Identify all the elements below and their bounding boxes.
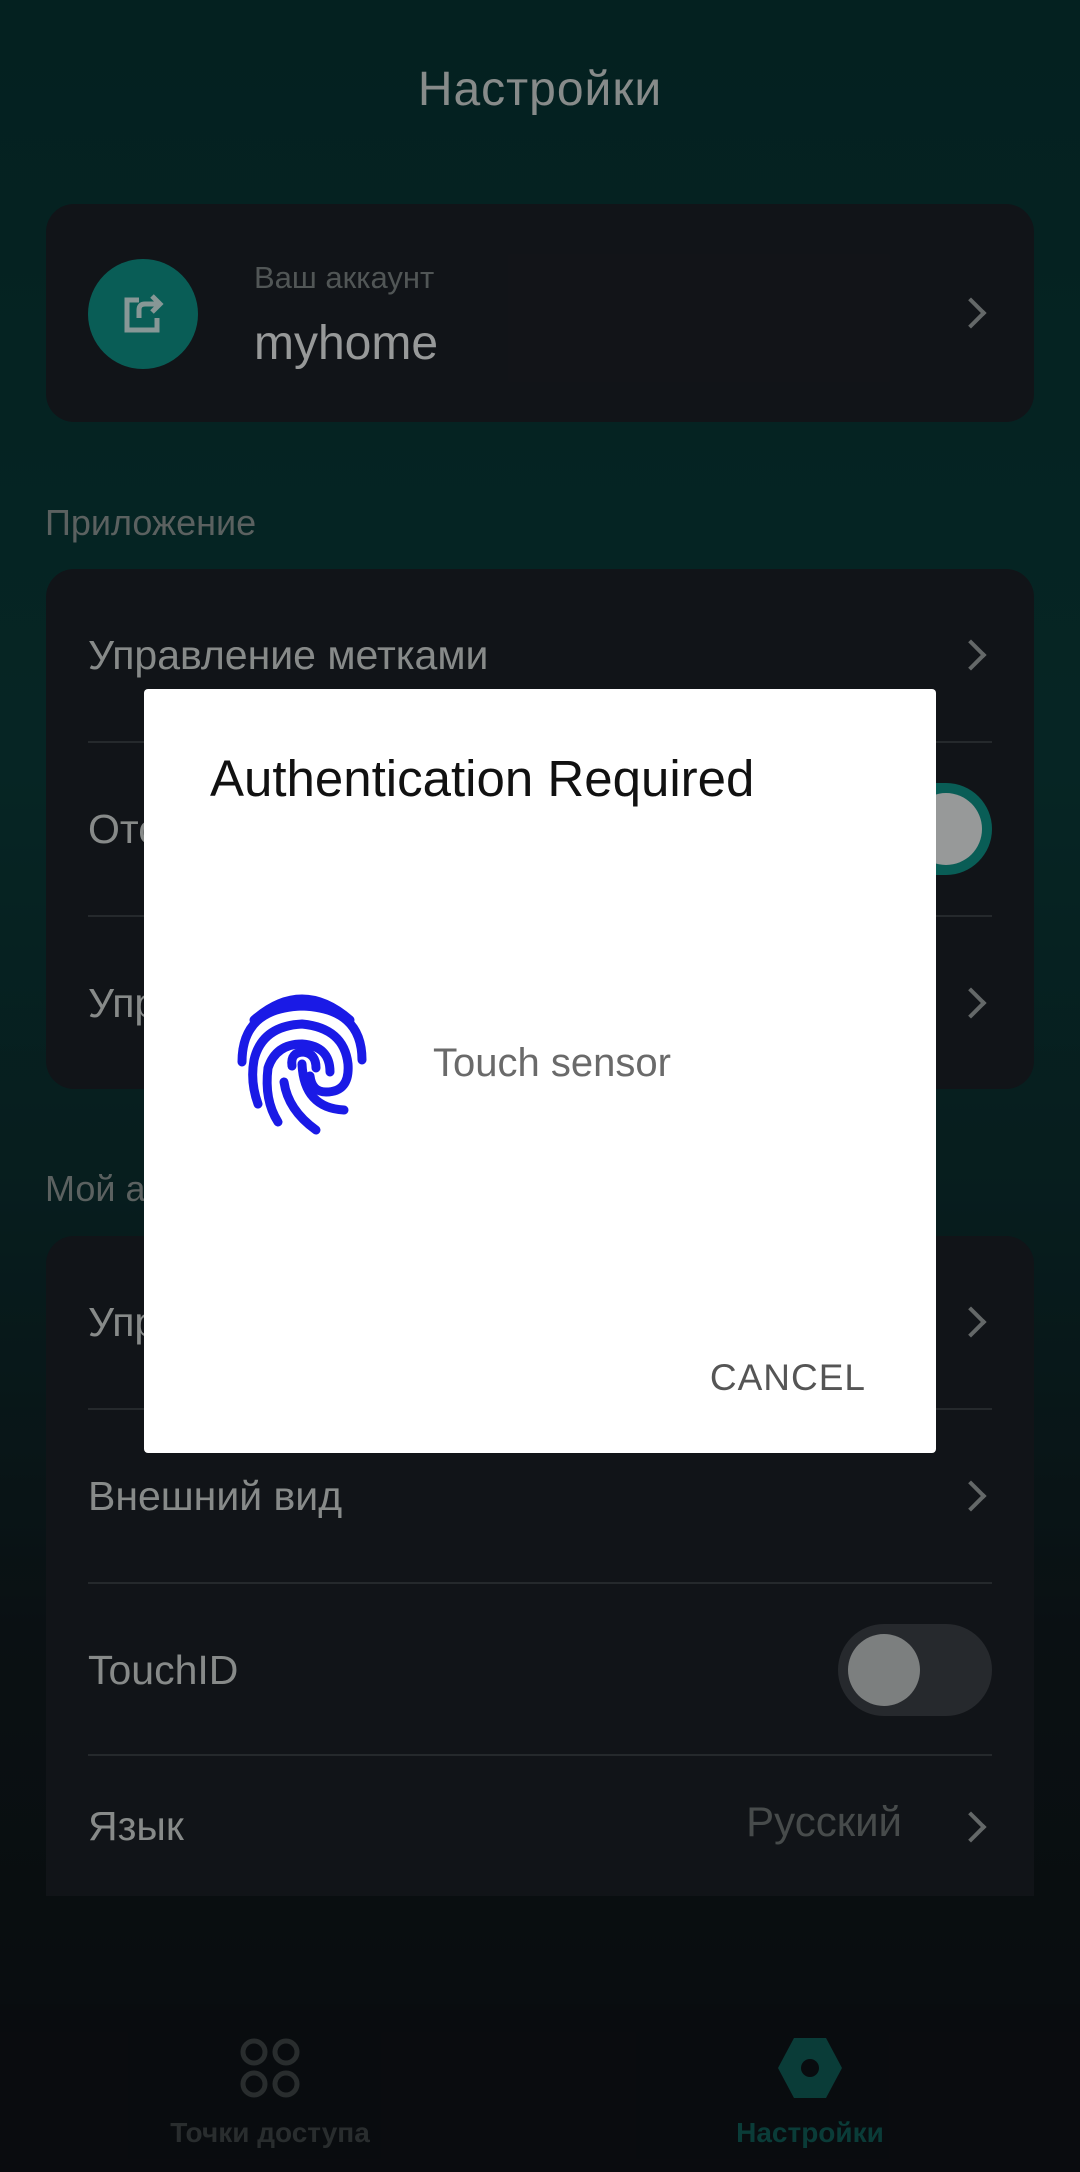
dialog-message: Touch sensor: [433, 1041, 671, 1085]
dialog-title: Authentication Required: [210, 750, 755, 807]
cancel-button[interactable]: CANCEL: [710, 1357, 866, 1399]
authentication-dialog: Authentication Required Touch sensor CAN…: [144, 689, 936, 1453]
fingerprint-icon: [232, 982, 372, 1142]
